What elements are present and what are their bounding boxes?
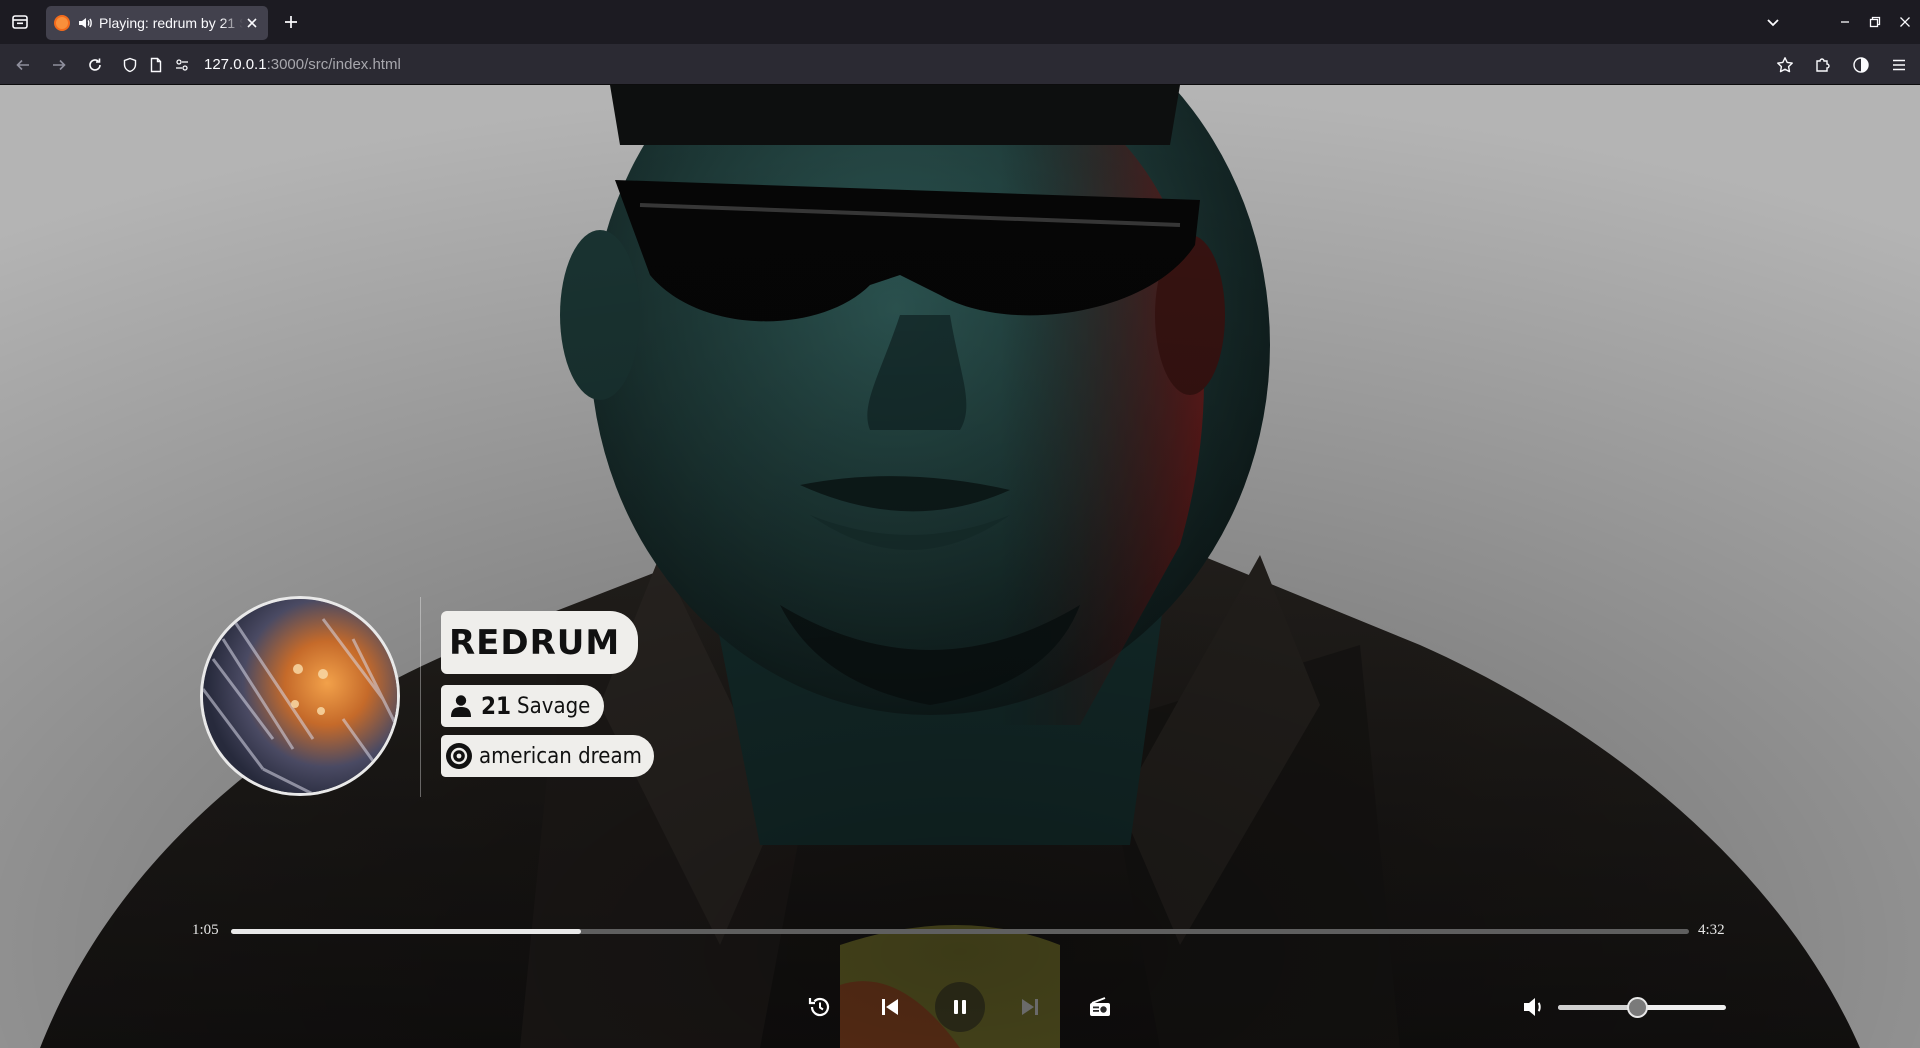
new-tab-plus-icon[interactable] xyxy=(280,11,302,33)
music-player-page: REDRUM 21 Savage american dream 1:05 4:3… xyxy=(0,85,1920,1048)
tracking-protection-shield-icon[interactable] xyxy=(120,55,140,75)
minimize-window-icon[interactable] xyxy=(1830,7,1860,37)
toolbar-right xyxy=(1772,52,1912,78)
permissions-icon[interactable] xyxy=(172,55,192,75)
next-track-button[interactable] xyxy=(1005,982,1055,1032)
tab-title: Playing: redrum by 21 Savage xyxy=(99,15,243,31)
progress-bar-fill xyxy=(231,929,581,934)
browser-tab-active[interactable]: Playing: redrum by 21 Savage xyxy=(46,6,268,40)
extensions-puzzle-icon[interactable] xyxy=(1810,52,1836,78)
site-favicon-icon xyxy=(54,15,70,31)
account-profile-icon[interactable] xyxy=(1848,52,1874,78)
album-pill[interactable]: american dream xyxy=(441,735,654,777)
tab-audio-playing-icon[interactable] xyxy=(77,15,93,31)
previous-icon xyxy=(882,999,898,1015)
volume-button[interactable] xyxy=(1522,995,1550,1021)
cover-divider xyxy=(420,597,421,797)
volume-slider-thumb[interactable] xyxy=(1626,997,1648,1018)
hamburger-menu-icon[interactable] xyxy=(1886,52,1912,78)
browser-tab-bar: Playing: redrum by 21 Savage xyxy=(0,0,1920,44)
album-cover-art xyxy=(200,596,400,796)
url-path: :3000/src/index.html xyxy=(266,56,401,73)
list-all-tabs-chevron-icon[interactable] xyxy=(1762,11,1784,33)
replay-icon xyxy=(808,997,830,1017)
person-icon xyxy=(447,692,475,720)
window-controls xyxy=(1830,0,1920,44)
previous-track-button[interactable] xyxy=(865,982,915,1032)
total-time: 4:32 xyxy=(1698,922,1725,938)
forward-arrow-icon[interactable] xyxy=(46,52,72,78)
back-arrow-icon[interactable] xyxy=(10,52,36,78)
album-cover-image xyxy=(203,599,397,793)
radio-icon xyxy=(1090,997,1110,1016)
volume-slider[interactable] xyxy=(1558,997,1726,1018)
pause-button[interactable] xyxy=(935,982,985,1032)
browser-nav-bar: 127.0.0.1:3000/src/index.html xyxy=(0,44,1920,85)
track-title-pill: REDRUM xyxy=(441,611,639,674)
firefox-view-icon[interactable] xyxy=(8,10,32,34)
track-title: REDRUM xyxy=(449,622,621,663)
close-window-icon[interactable] xyxy=(1890,7,1920,37)
artist-pill[interactable]: 21 Savage xyxy=(441,685,605,727)
pause-icon xyxy=(954,1000,966,1014)
tab-close-icon[interactable] xyxy=(244,15,260,31)
artist-name: Savage xyxy=(517,693,591,719)
page-info-document-icon[interactable] xyxy=(146,55,166,75)
url-text[interactable]: 127.0.0.1:3000/src/index.html xyxy=(204,56,401,73)
next-icon xyxy=(1022,999,1038,1015)
radio-button[interactable] xyxy=(1075,982,1125,1032)
artist-background-image xyxy=(0,85,1920,1048)
volume-icon xyxy=(1524,998,1541,1016)
current-time: 1:05 xyxy=(192,922,219,938)
reload-icon[interactable] xyxy=(82,52,108,78)
restore-window-icon[interactable] xyxy=(1860,7,1890,37)
album-name: american dream xyxy=(479,743,642,769)
bookmark-star-icon[interactable] xyxy=(1772,52,1798,78)
address-bar[interactable]: 127.0.0.1:3000/src/index.html xyxy=(120,48,1770,81)
replay-button[interactable] xyxy=(795,982,845,1032)
url-host: 127.0.0.1 xyxy=(204,56,267,73)
progress-bar[interactable] xyxy=(231,929,1689,934)
volume-slider-fill xyxy=(1558,1005,1637,1010)
artist-number: 21 xyxy=(481,692,512,720)
vinyl-record-icon xyxy=(445,742,473,770)
